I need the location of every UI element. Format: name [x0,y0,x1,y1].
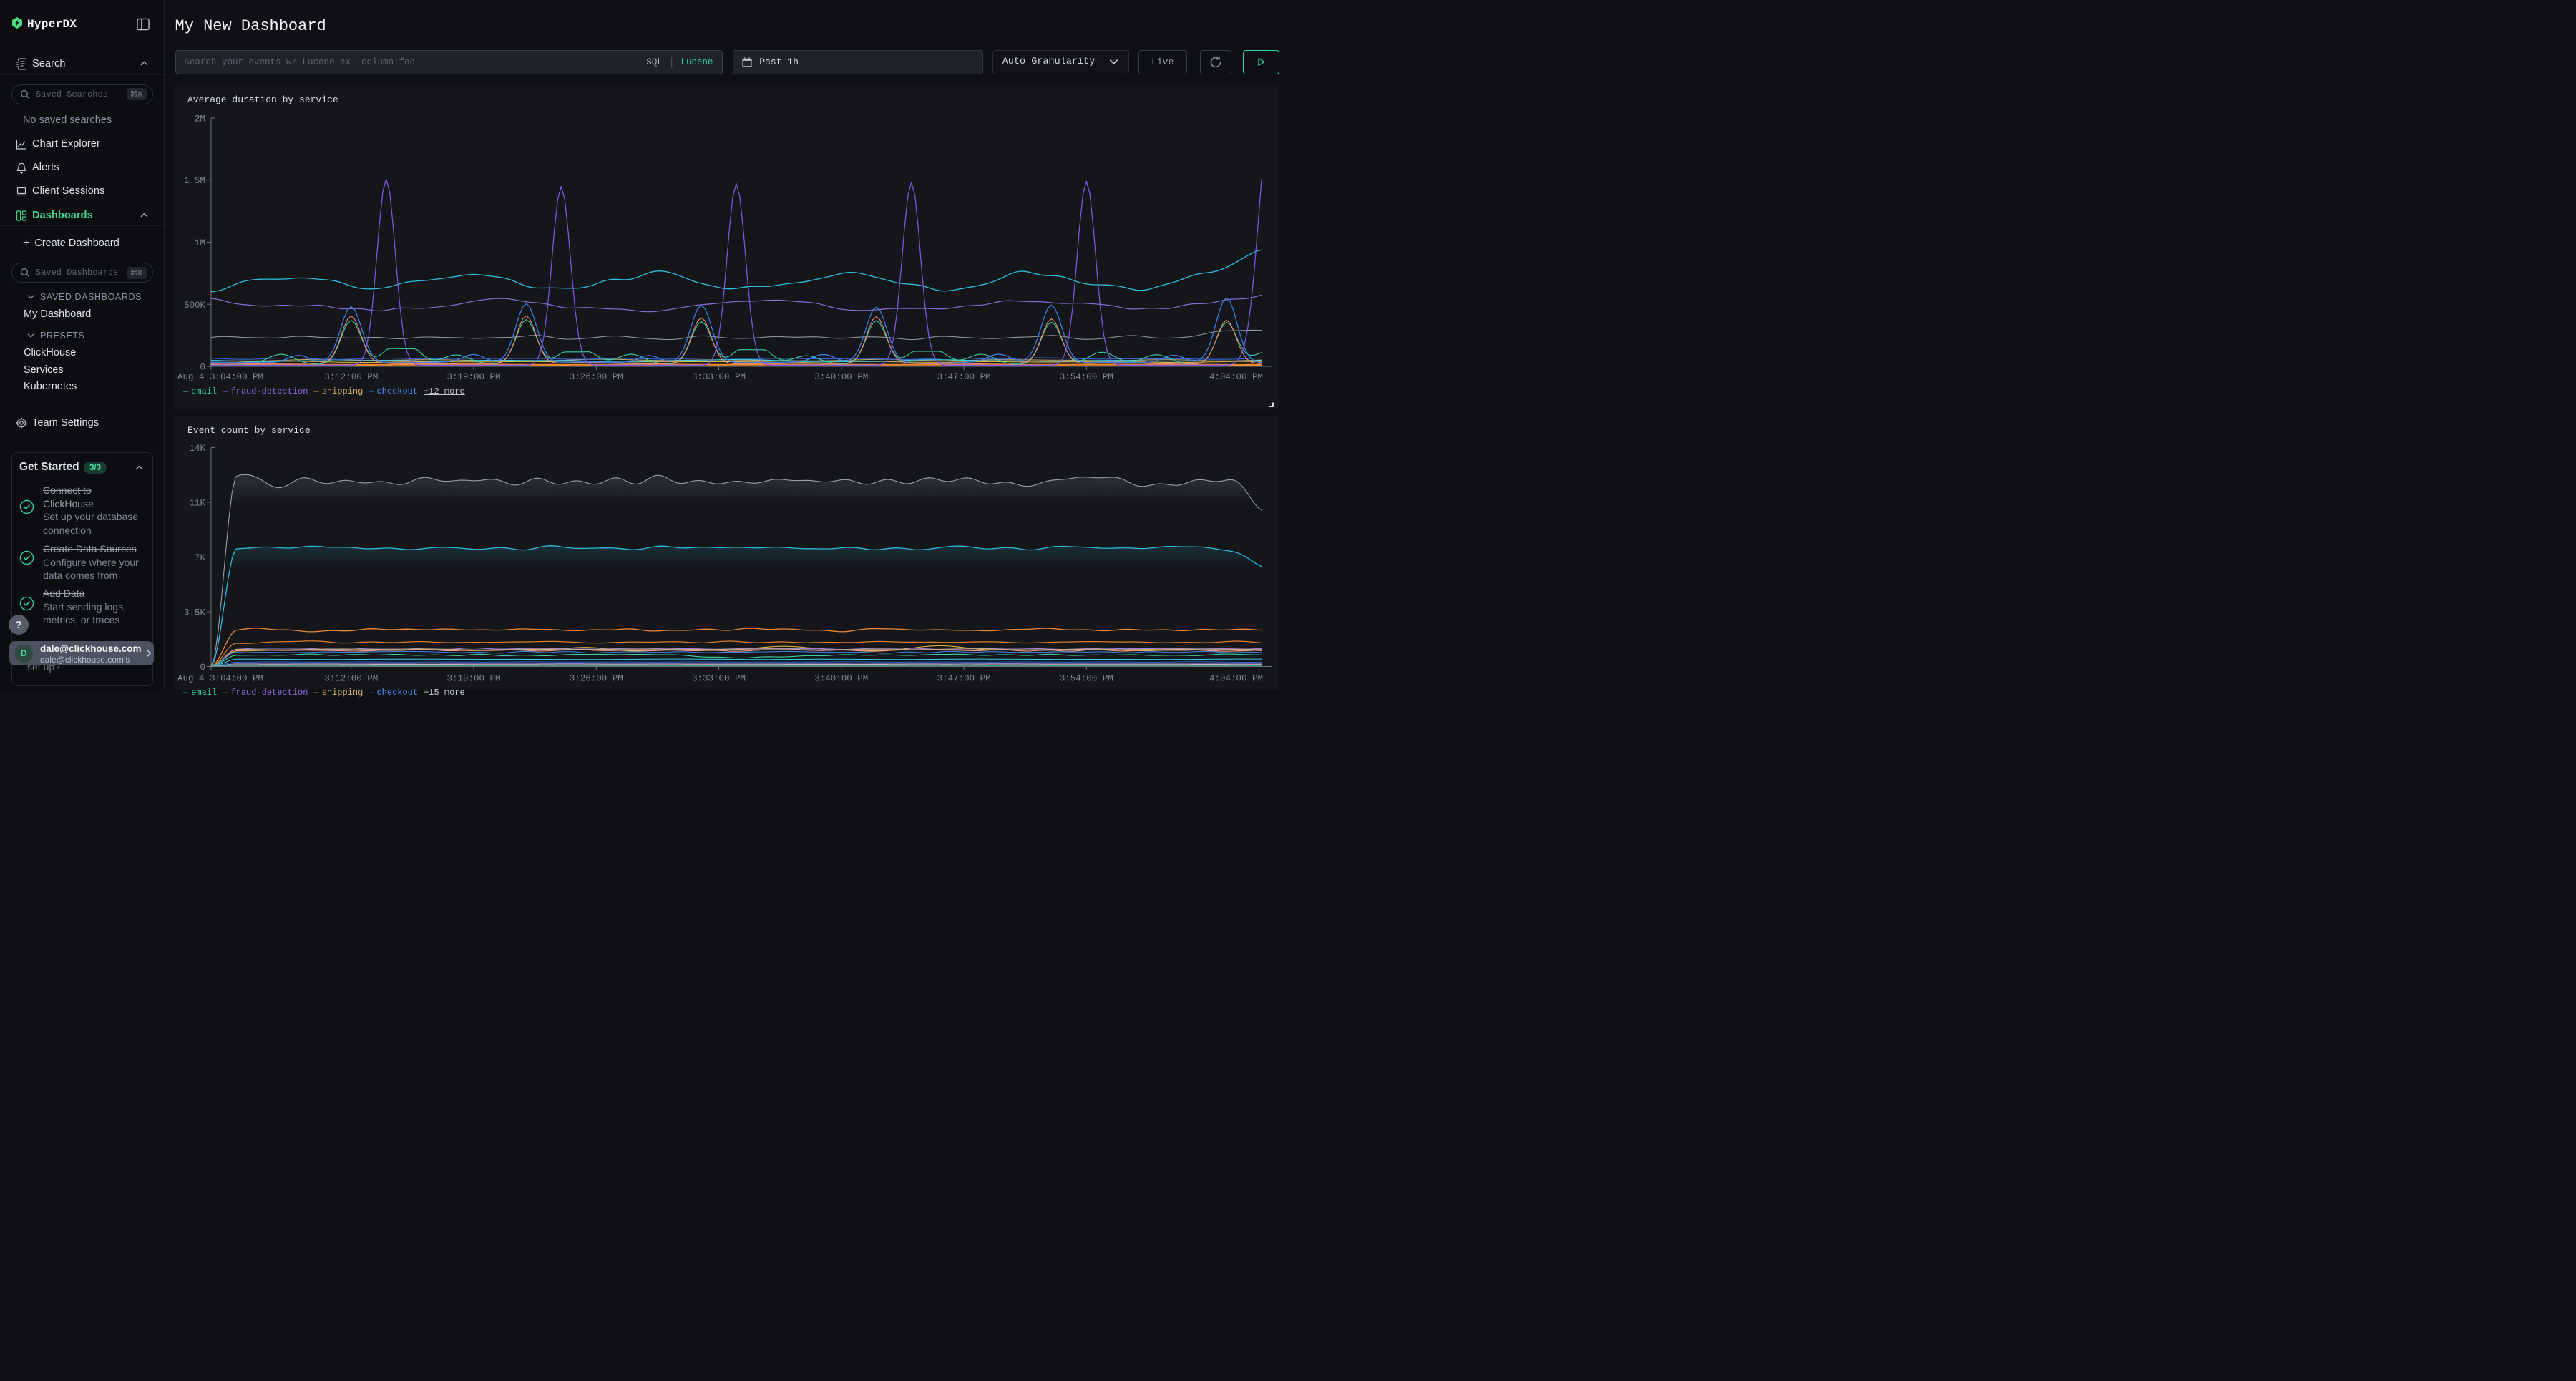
svg-text:1.5M: 1.5M [184,176,205,186]
svg-text:3:12:00 PM: 3:12:00 PM [324,673,378,683]
svg-text:3:47:00 PM: 3:47:00 PM [937,372,991,382]
svg-text:3:40:00 PM: 3:40:00 PM [814,673,868,683]
svg-text:0: 0 [200,663,205,673]
svg-text:3:12:00 PM: 3:12:00 PM [324,372,378,382]
svg-text:Aug 4 3:04:00 PM: Aug 4 3:04:00 PM [177,673,263,683]
svg-text:1M: 1M [195,238,205,248]
svg-text:3:40:00 PM: 3:40:00 PM [814,372,868,382]
svg-text:3:19:00 PM: 3:19:00 PM [447,372,500,382]
svg-text:3:33:00 PM: 3:33:00 PM [692,372,746,382]
svg-text:3.5K: 3.5K [184,607,206,618]
svg-text:0: 0 [200,363,205,373]
svg-text:2M: 2M [195,114,205,125]
svg-text:4:04:00 PM: 4:04:00 PM [1209,372,1263,382]
svg-text:14K: 14K [189,444,205,454]
svg-text:11K: 11K [189,498,205,508]
svg-text:3:26:00 PM: 3:26:00 PM [570,372,623,382]
svg-text:500K: 500K [184,301,206,311]
svg-text:3:26:00 PM: 3:26:00 PM [570,673,623,683]
svg-text:3:54:00 PM: 3:54:00 PM [1060,673,1113,683]
svg-text:3:54:00 PM: 3:54:00 PM [1060,372,1113,382]
svg-text:3:19:00 PM: 3:19:00 PM [447,673,500,683]
svg-text:3:47:00 PM: 3:47:00 PM [937,673,991,683]
svg-text:Aug 4 3:04:00 PM: Aug 4 3:04:00 PM [177,372,263,382]
svg-text:4:04:00 PM: 4:04:00 PM [1209,673,1263,683]
svg-text:7K: 7K [195,553,206,563]
svg-text:3:33:00 PM: 3:33:00 PM [692,673,746,683]
